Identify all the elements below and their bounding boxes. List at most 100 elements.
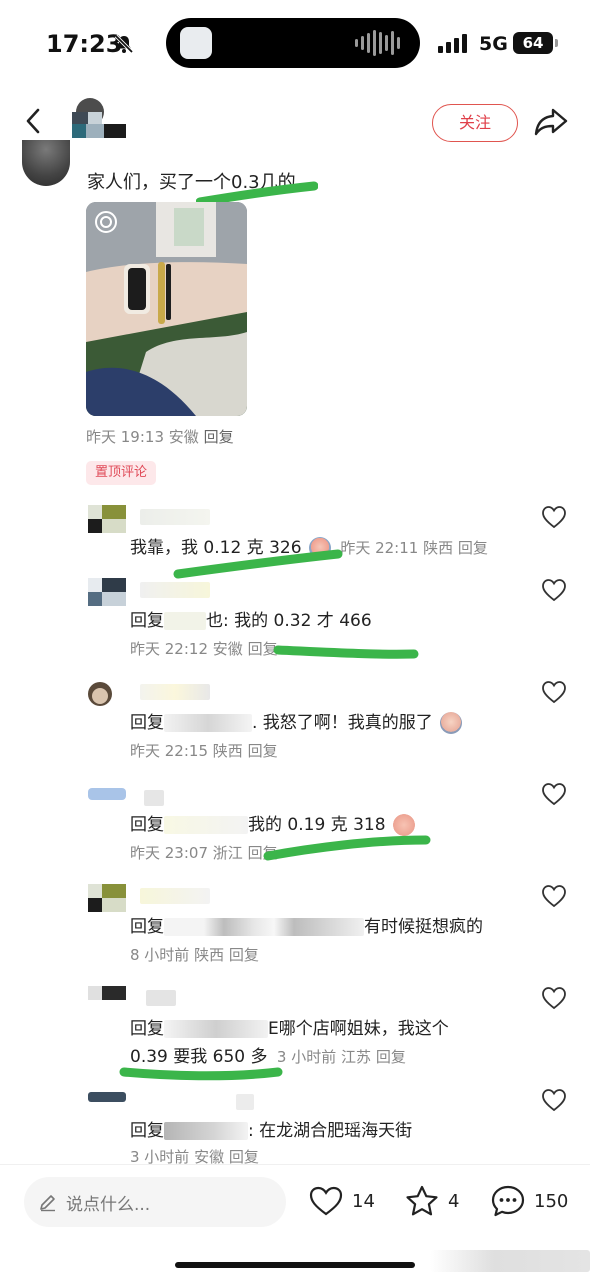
like-heart-icon[interactable]: [541, 680, 567, 704]
pencil-icon: [40, 1195, 55, 1212]
blurred-username: [164, 612, 206, 630]
reply-avatar[interactable]: [88, 1088, 126, 1116]
commenter-avatar[interactable]: [22, 140, 70, 186]
like-count: 14: [352, 1190, 375, 1212]
reply-link[interactable]: 回复: [458, 539, 488, 557]
like-heart-icon[interactable]: [541, 986, 567, 1010]
battery-icon: 64: [513, 32, 553, 54]
reply-username: [236, 1094, 254, 1110]
pinned-comment-badge: 置顶评论: [86, 461, 156, 485]
reply-meta: 昨天 22:15 陕西 回复: [130, 740, 278, 761]
reply-avatar[interactable]: [88, 505, 126, 533]
reply-avatar[interactable]: [88, 680, 126, 708]
reply-text: 回复 有时候挺想疯的: [130, 912, 483, 937]
blurred-username: [164, 1020, 268, 1038]
reply-text: 回复 也: 我的 0.32 才 466: [130, 606, 372, 631]
now-playing-app-icon: [180, 27, 212, 59]
reply-prefix: 回复: [130, 1121, 164, 1141]
comment-location: 安徽: [168, 428, 199, 446]
comment-count: 150: [534, 1190, 569, 1212]
reply-link[interactable]: 回复: [376, 1048, 406, 1066]
reply-username: [140, 582, 210, 598]
comment-time: 昨天 19:13: [86, 428, 164, 446]
green-highlight-mark: [119, 1067, 283, 1081]
status-time: 17:23: [46, 30, 123, 58]
author-avatar[interactable]: [64, 98, 126, 148]
like-heart-icon[interactable]: [541, 1088, 567, 1112]
favorite-count: 4: [448, 1190, 460, 1212]
reply-location: 陕西: [194, 946, 225, 964]
reply-text-content: 也: 我的 0.32 才 466: [206, 611, 372, 631]
top-nav: 关注: [0, 92, 590, 152]
like-heart-icon[interactable]: [541, 505, 567, 529]
reply-avatar[interactable]: [88, 884, 126, 912]
reply-time: 昨天 23:07: [130, 844, 208, 862]
comment-input[interactable]: 说点什么...: [24, 1177, 286, 1227]
dynamic-island[interactable]: [166, 18, 420, 68]
watch-photo-image: [86, 202, 247, 416]
reply-text-content: . 我怒了啊！我真的服了: [252, 713, 433, 733]
blurred-username: [164, 1122, 248, 1140]
main-comment-meta: 昨天 19:13 安徽 回复: [86, 426, 234, 447]
green-highlight-mark: [263, 835, 431, 861]
like-heart-icon[interactable]: [541, 782, 567, 806]
share-icon[interactable]: [533, 106, 569, 138]
reply-text-content: : 在龙湖合肥瑶海天街: [248, 1121, 413, 1141]
reply-text: 回复 . 我怒了啊！我真的服了: [130, 708, 463, 734]
like-heart-icon[interactable]: [541, 884, 567, 908]
reply-meta: 昨天 22:12 安徽 回复: [130, 638, 278, 659]
reply-time: 昨天 22:11: [340, 539, 419, 557]
reply-prefix: 回复: [130, 815, 164, 835]
reply-location: 江苏: [341, 1048, 372, 1066]
reply-location: 陕西: [423, 539, 454, 557]
reply-avatar[interactable]: [88, 986, 126, 1014]
reply-username: [140, 509, 210, 525]
network-type: 5G: [479, 33, 508, 55]
reply-meta: 8 小时前 陕西 回复: [130, 944, 259, 965]
reply-avatar[interactable]: [88, 782, 126, 810]
reply-location: 浙江: [212, 844, 243, 862]
star-icon: [406, 1185, 438, 1216]
reply-time: 昨天 22:12: [130, 640, 208, 658]
like-heart-icon[interactable]: [541, 578, 567, 602]
reply-time: 3 小时前: [276, 1048, 337, 1066]
reply-prefix: 回复: [130, 713, 164, 733]
reply-time: 昨天 22:15: [130, 742, 208, 760]
comment-photo[interactable]: [86, 202, 247, 416]
reply-text: 回复 E哪个店啊姐妹，我这个: [130, 1014, 449, 1039]
comment-button[interactable]: 150: [490, 1181, 568, 1221]
chat-bubble-icon: [491, 1185, 525, 1217]
blurred-username: [164, 816, 248, 834]
follow-button[interactable]: 关注: [432, 104, 518, 142]
home-indicator[interactable]: [175, 1262, 415, 1268]
reply-link[interactable]: 回复: [229, 946, 259, 964]
reply-location: 安徽: [212, 640, 243, 658]
reply-meta: 昨天 23:07 浙江 回复: [130, 842, 278, 863]
reply-text: 回复 : 在龙湖合肥瑶海天街: [130, 1116, 412, 1141]
reply-time: 8 小时前: [130, 946, 190, 964]
signal-icon: [438, 33, 467, 53]
like-button[interactable]: 14: [308, 1181, 375, 1221]
bottom-action-bar: 说点什么... 14 4 150: [0, 1164, 590, 1244]
blurred-watermark: [430, 1250, 590, 1272]
green-highlight-mark: [173, 549, 343, 579]
reply-username: [146, 990, 176, 1006]
reply-avatar[interactable]: [88, 578, 126, 606]
reply-prefix: 回复: [130, 917, 164, 937]
reply-prefix: 回复: [130, 1019, 164, 1039]
reply-meta: 3 小时前 江苏 回复: [277, 1048, 406, 1066]
blurred-username: [164, 918, 364, 936]
blurred-username: [164, 714, 252, 732]
reply-link[interactable]: 回复: [248, 742, 278, 760]
audio-waveform-icon: [355, 30, 400, 56]
bell-off-icon: [114, 34, 134, 54]
reply-link[interactable]: 回复: [204, 428, 234, 446]
reply-prefix: 回复: [130, 611, 164, 631]
favorite-button[interactable]: 4: [404, 1181, 459, 1221]
status-bar: 17:23 5G 64: [0, 0, 590, 90]
reply-username: [140, 888, 210, 904]
reply-location: 陕西: [212, 742, 243, 760]
reply-meta: 昨天 22:11 陕西 回复: [340, 539, 488, 557]
back-arrow-icon[interactable]: [20, 104, 48, 138]
reply-text-content: 有时候挺想疯的: [364, 917, 483, 937]
